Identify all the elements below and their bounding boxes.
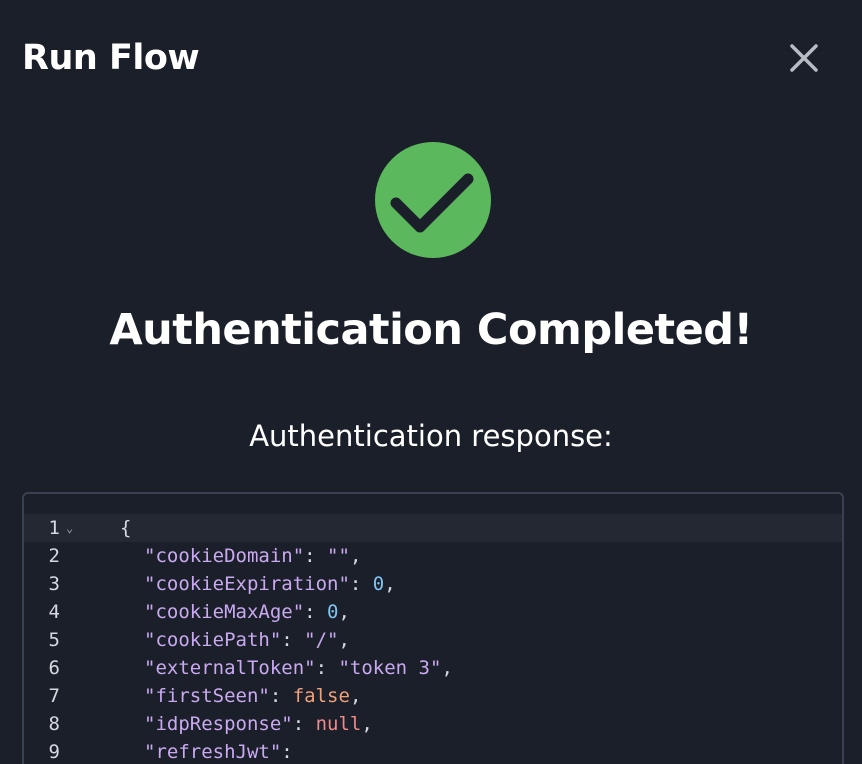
check-circle-icon <box>374 141 492 259</box>
code-brace: { <box>120 517 132 539</box>
code-lines: 1 ⌄ {2 "cookieDomain": "", 3 "cookieExpiratio… <box>24 514 842 764</box>
line-number: 1 <box>48 517 60 539</box>
auth-response-label: Authentication response: <box>249 419 613 453</box>
json-code-editor[interactable]: 1 ⌄ {2 "cookieDomain": "", 3 "cookieExpiratio… <box>22 492 844 764</box>
code-line: 8 "idpResponse": null, <box>24 710 842 738</box>
json-separator: : <box>304 601 328 623</box>
json-key: "refreshJwt" <box>144 741 282 763</box>
code-line: 7 "firstSeen": false, <box>24 682 842 710</box>
code-line: 5 "cookiePath": "/", <box>24 626 842 654</box>
json-comma: , <box>441 657 453 679</box>
line-number: 5 <box>48 629 60 651</box>
json-separator: : <box>304 545 328 567</box>
json-comma: , <box>338 629 350 651</box>
line-number: 6 <box>48 657 60 679</box>
json-separator: : <box>292 713 316 735</box>
code-line: 3 "cookieExpiration": 0, <box>24 570 842 598</box>
run-flow-modal: Run Flow Authentication Completed! Authe… <box>0 0 862 764</box>
code-line: 2 "cookieDomain": "", <box>24 542 842 570</box>
json-key: "cookieExpiration" <box>144 573 350 595</box>
fold-chevron-icon[interactable]: ⌄ <box>66 514 73 542</box>
code-text: "cookiePath": "/", <box>144 626 350 654</box>
line-number: 2 <box>48 545 60 567</box>
json-separator: : <box>281 629 305 651</box>
code-text: "cookieDomain": "", <box>144 542 361 570</box>
json-separator: : <box>281 741 293 763</box>
code-line: 4 "cookieMaxAge": 0, <box>24 598 842 626</box>
json-value: 0 <box>372 573 385 595</box>
close-icon <box>790 44 818 72</box>
line-number: 9 <box>48 741 60 763</box>
modal-title: Run Flow <box>22 38 200 78</box>
json-comma: , <box>349 545 362 567</box>
json-key: "cookieMaxAge" <box>144 601 305 623</box>
json-value: null <box>315 713 362 735</box>
json-key: "cookieDomain" <box>144 545 305 567</box>
code-line: 9 "refreshJwt": <box>24 738 842 764</box>
json-comma: , <box>349 685 362 707</box>
json-value: "token 3" <box>338 657 442 679</box>
close-button[interactable] <box>782 38 826 82</box>
code-line: 1 ⌄ { <box>24 514 842 542</box>
code-line: 6 "externalToken": "token 3", <box>24 654 842 682</box>
code-text: { <box>120 514 131 542</box>
code-text: "cookieExpiration": 0, <box>144 570 396 598</box>
code-text: "idpResponse": null, <box>144 710 373 738</box>
json-key: "cookiePath" <box>144 629 282 651</box>
json-value: "/" <box>304 629 339 651</box>
json-separator: : <box>349 573 373 595</box>
json-key: "idpResponse" <box>144 713 293 735</box>
json-value: 0 <box>327 601 339 623</box>
line-number: 3 <box>48 573 60 595</box>
json-comma: , <box>338 601 350 623</box>
line-number: 7 <box>48 685 60 707</box>
json-value: "" <box>327 545 350 567</box>
auth-completed-heading: Authentication Completed! <box>109 305 753 355</box>
code-text: "refreshJwt": <box>144 738 293 764</box>
json-comma: , <box>361 713 373 735</box>
json-comma: , <box>384 573 396 595</box>
json-separator: : <box>315 657 339 679</box>
code-text: "externalToken": "token 3", <box>144 654 453 682</box>
json-key: "externalToken" <box>144 657 316 679</box>
code-text: "cookieMaxAge": 0, <box>144 598 350 626</box>
json-separator: : <box>269 685 293 707</box>
json-value: false <box>292 685 350 707</box>
line-number: 8 <box>48 713 60 735</box>
code-text: "firstSeen": false, <box>144 682 361 710</box>
line-number: 4 <box>48 601 60 623</box>
json-key: "firstSeen" <box>144 685 270 707</box>
